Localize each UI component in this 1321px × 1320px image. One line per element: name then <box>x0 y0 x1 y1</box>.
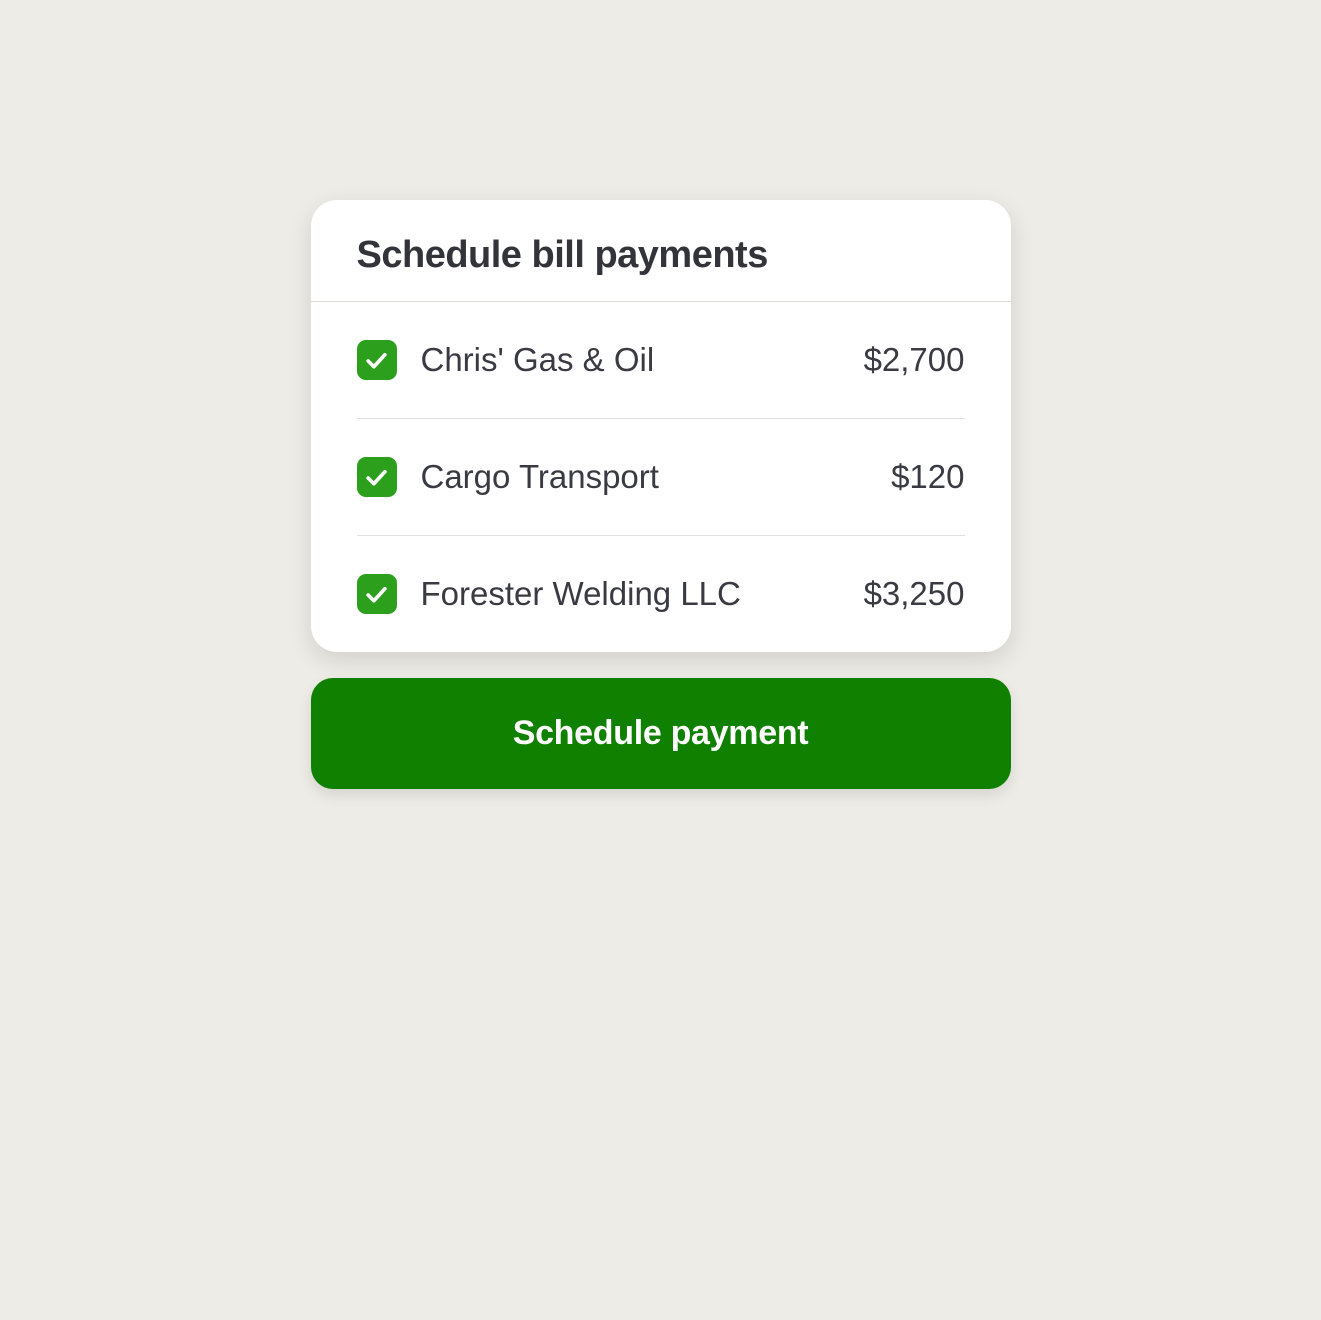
card-header: Schedule bill payments <box>311 200 1011 302</box>
bill-vendor: Cargo Transport <box>421 458 868 496</box>
checkmark-icon <box>364 582 389 607</box>
bill-list: Chris' Gas & Oil $2,700 Cargo Transport … <box>311 302 1011 652</box>
checkmark-icon <box>364 348 389 373</box>
card-title: Schedule bill payments <box>357 234 965 277</box>
bill-checkbox[interactable] <box>357 574 397 614</box>
schedule-payment-button[interactable]: Schedule payment <box>311 678 1011 789</box>
bill-checkbox[interactable] <box>357 340 397 380</box>
bill-checkbox[interactable] <box>357 457 397 497</box>
bill-row: Forester Welding LLC $3,250 <box>357 536 965 652</box>
bill-amount: $2,700 <box>864 341 965 379</box>
bill-row: Cargo Transport $120 <box>357 419 965 536</box>
bill-vendor: Chris' Gas & Oil <box>421 341 840 379</box>
bill-vendor: Forester Welding LLC <box>421 575 840 613</box>
bill-payments-card: Schedule bill payments Chris' Gas & Oil … <box>311 200 1011 652</box>
bill-row: Chris' Gas & Oil $2,700 <box>357 302 965 419</box>
checkmark-icon <box>364 465 389 490</box>
bill-amount: $120 <box>891 458 964 496</box>
bill-payments-panel: Schedule bill payments Chris' Gas & Oil … <box>311 200 1011 789</box>
bill-amount: $3,250 <box>864 575 965 613</box>
